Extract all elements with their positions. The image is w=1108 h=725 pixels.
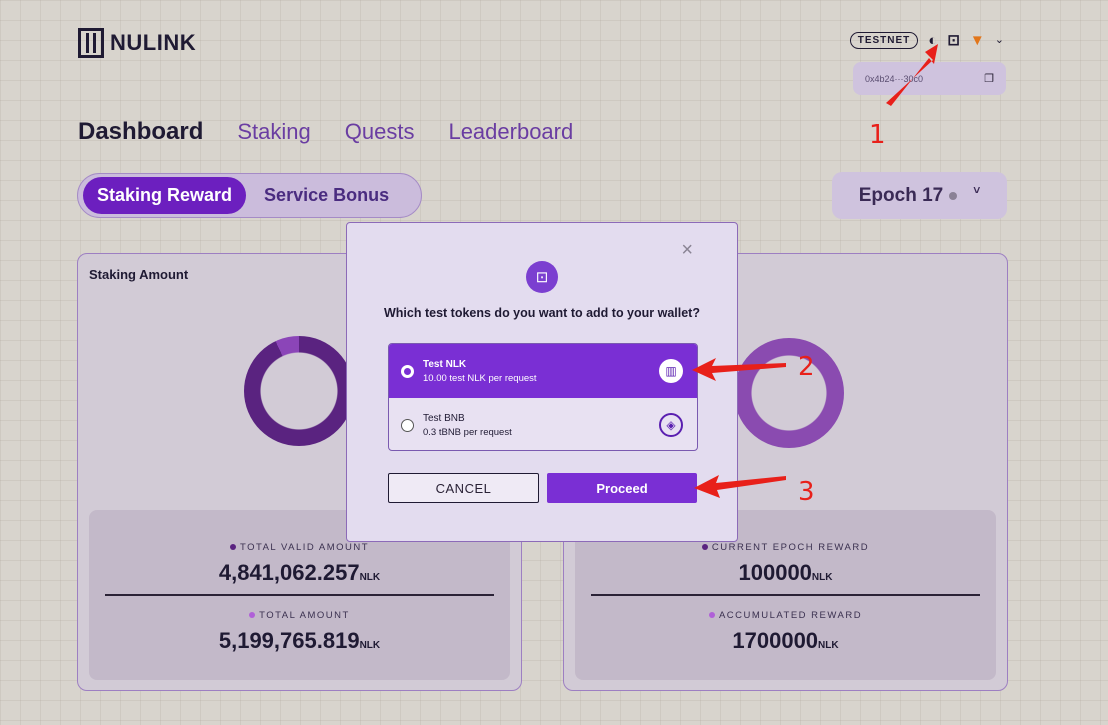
arrow-1 [886,44,938,106]
annotation-label-1: 1 [869,120,886,150]
arrow-3 [694,475,786,498]
annotation-label-3: 3 [798,477,815,507]
annotation-arrows [692,44,938,498]
annotation-label-2: 2 [798,352,815,382]
arrow-2 [692,358,786,381]
